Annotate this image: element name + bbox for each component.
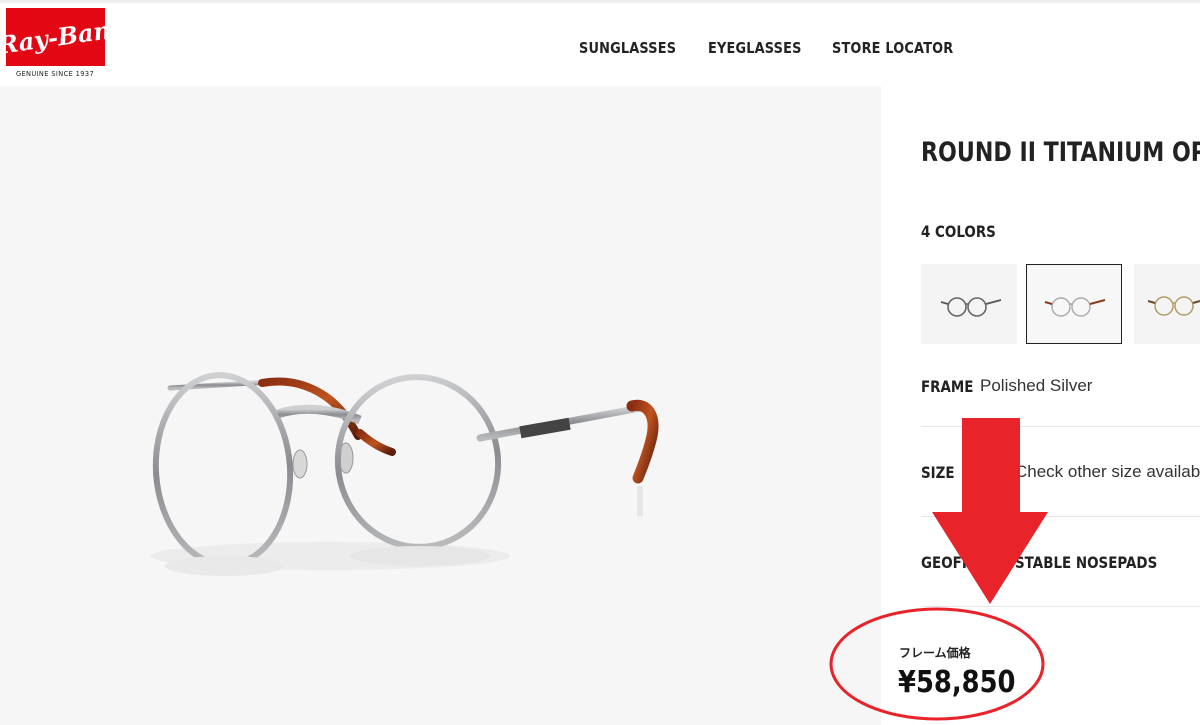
product-image-gallery[interactable] [0, 86, 881, 725]
ray-ban-logo[interactable]: Ray-Ban GENUINE SINCE 1937 [0, 8, 112, 79]
check-size-availability-link[interactable]: Check other size availab [1015, 462, 1200, 482]
glasses-thumbnail-icon [1044, 297, 1106, 317]
geofit-value: STABLE NOSEPADS [1015, 553, 1158, 572]
divider [921, 426, 1200, 427]
colors-count-label: 4 COLORS [921, 222, 996, 241]
glasses-thumbnail-icon [940, 297, 1002, 317]
svg-text:GENUINE SINCE 1937: GENUINE SINCE 1937 [16, 70, 94, 78]
size-label: SIZE [921, 463, 955, 482]
frame-value: Polished Silver [980, 376, 1093, 395]
glasses-thumbnail-icon [1147, 296, 1200, 316]
nav-eyeglasses[interactable]: EYEGLASSES [708, 39, 802, 57]
divider [921, 516, 1200, 517]
frame-price-label: フレーム価格 [899, 646, 971, 660]
divider [921, 606, 1200, 607]
product-price: ¥58,850 [898, 665, 1016, 700]
red-arrow-icon [932, 418, 1048, 604]
frame-label: FRAME [921, 377, 974, 396]
product-title: ROUND II TITANIUM OPT [921, 137, 1200, 168]
geofit-label: GEOFI [921, 553, 967, 572]
color-swatch-2[interactable] [1026, 264, 1122, 344]
nav-sunglasses[interactable]: SUNGLASSES [579, 39, 676, 57]
color-swatch-3[interactable] [1134, 264, 1200, 344]
color-swatch-1[interactable] [921, 264, 1017, 344]
nav-store-locator[interactable]: STORE LOCATOR [832, 39, 953, 57]
product-image [150, 372, 659, 576]
site-header: Ray-Ban GENUINE SINCE 1937 SUNGLASSES EY… [0, 3, 1200, 86]
